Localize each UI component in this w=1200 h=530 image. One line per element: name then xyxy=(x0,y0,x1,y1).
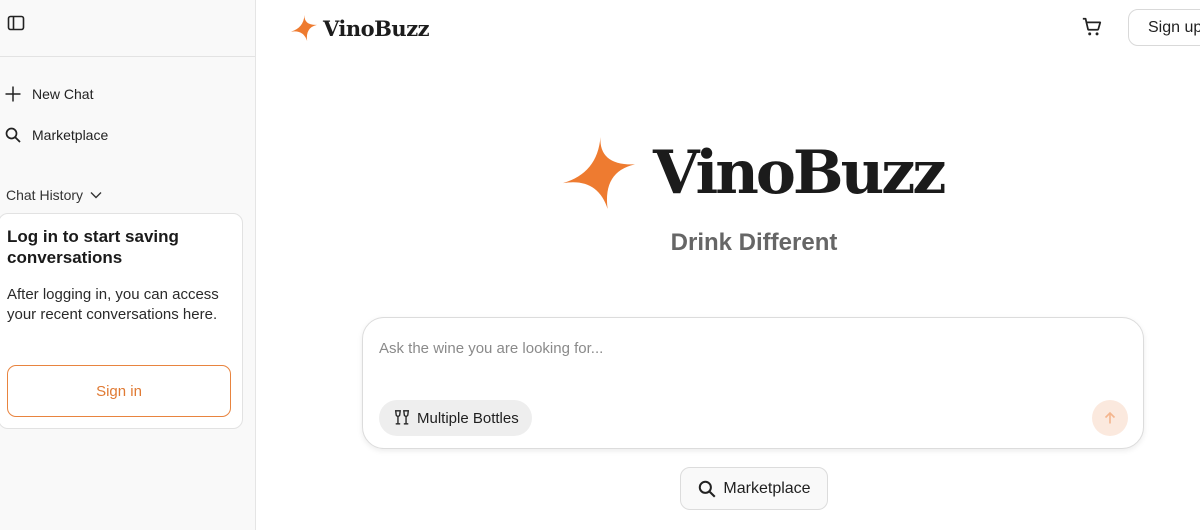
marketplace-button[interactable]: Marketplace xyxy=(680,467,828,510)
send-button[interactable] xyxy=(1092,400,1128,436)
chevron-down-icon xyxy=(90,192,102,199)
chat-history-toggle[interactable]: Chat History xyxy=(6,185,103,205)
sidebar-toggle-icon xyxy=(7,15,25,31)
star-logo-icon xyxy=(563,137,635,209)
sidebar-item-marketplace[interactable]: Marketplace xyxy=(4,122,108,148)
sign-in-button[interactable]: Sign in xyxy=(7,365,231,417)
login-prompt-card: Log in to start saving conversations Aft… xyxy=(0,213,243,429)
sidebar-divider xyxy=(0,56,255,57)
login-card-title: Log in to start saving conversations xyxy=(7,227,179,267)
hero-brand-name: VinoBuzz xyxy=(653,138,946,208)
search-icon xyxy=(4,126,22,144)
multiple-bottles-button[interactable]: Multiple Bottles xyxy=(379,400,532,436)
arrow-up-icon xyxy=(1104,411,1116,424)
login-card-description: After logging in, you can access your re… xyxy=(7,286,219,323)
cart-button[interactable] xyxy=(1080,15,1104,39)
chat-history-label: Chat History xyxy=(6,187,84,203)
header-logo[interactable]: VinoBuzz xyxy=(291,14,430,42)
sign-up-button[interactable]: Sign up xyxy=(1128,9,1200,46)
star-logo-icon xyxy=(291,15,317,41)
sidebar-toggle-button[interactable] xyxy=(6,13,26,33)
app-root: New Chat Marketplace Chat History Log in… xyxy=(0,0,1200,530)
new-chat-label: New Chat xyxy=(32,86,94,102)
wine-glasses-icon xyxy=(394,410,410,425)
brand-name: VinoBuzz xyxy=(323,15,430,41)
sidebar-item-label: Marketplace xyxy=(32,127,109,143)
tagline: Drink Different xyxy=(670,229,838,256)
chat-input-box: Multiple Bottles xyxy=(362,317,1144,449)
search-icon xyxy=(699,480,716,498)
new-chat-button[interactable]: New Chat xyxy=(4,81,93,107)
hero-logo: VinoBuzz xyxy=(563,135,946,211)
sidebar: New Chat Marketplace Chat History Log in… xyxy=(0,0,256,530)
plus-icon xyxy=(4,85,22,103)
marketplace-button-label: Marketplace xyxy=(723,479,811,497)
chat-input[interactable] xyxy=(379,336,1079,360)
cart-icon xyxy=(1082,17,1102,36)
multiple-bottles-label: Multiple Bottles xyxy=(417,409,519,427)
